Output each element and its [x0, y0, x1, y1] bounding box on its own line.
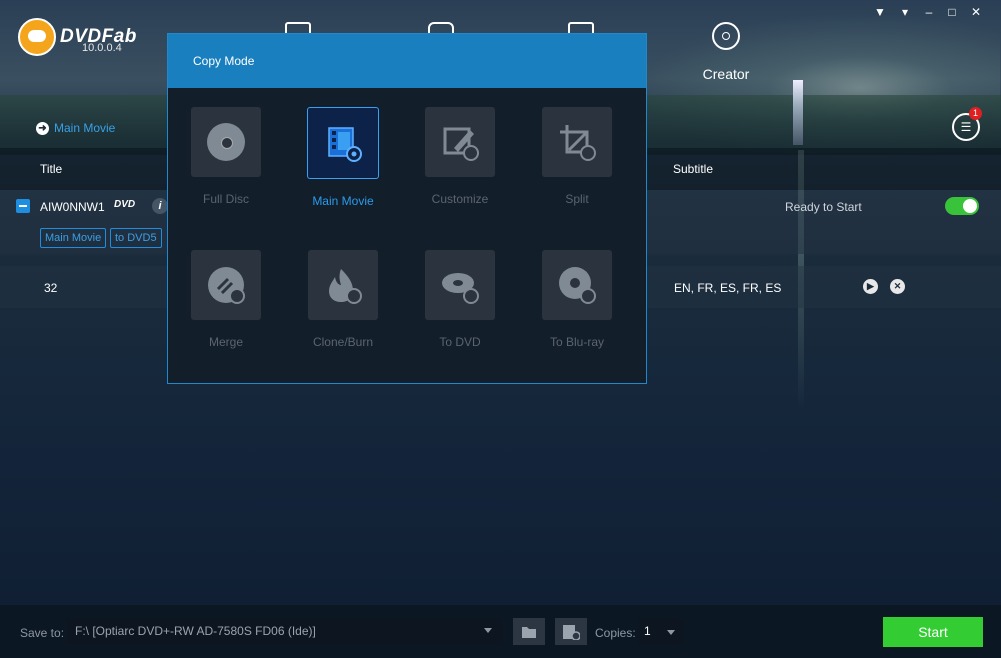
save-to-label: Save to:: [20, 626, 65, 640]
mode-label: To Blu-ray: [549, 335, 605, 349]
close-icon[interactable]: ✕: [968, 5, 984, 19]
status-text: Ready to Start: [785, 200, 862, 214]
dvd-logo-icon: DVD: [114, 199, 136, 210]
mode-label: To DVD: [439, 335, 481, 349]
tag-output-size[interactable]: to DVD5: [110, 228, 162, 248]
mode-label: Merge: [208, 335, 243, 349]
mode-label: Customize: [431, 192, 489, 206]
info-icon[interactable]: i: [152, 198, 168, 214]
mode-merge[interactable]: Merge: [181, 250, 271, 349]
column-title: Title: [40, 162, 63, 176]
creator-icon: [712, 22, 740, 50]
creator-tab[interactable]: Creator: [690, 22, 762, 82]
mascot-icon: [18, 18, 56, 56]
subtitle-list: EN, FR, ES, FR, ES: [674, 281, 782, 295]
breadcrumb[interactable]: ➜ Main Movie: [36, 121, 115, 135]
main-movie-icon: [328, 127, 362, 162]
menu-icon[interactable]: ▾: [897, 5, 913, 19]
chevron-down-icon[interactable]: [667, 630, 675, 635]
mode-label: Clone/Burn: [312, 335, 374, 349]
mode-split[interactable]: Split: [532, 107, 622, 206]
merge-icon: [208, 267, 245, 304]
chapter-count: 32: [44, 281, 58, 295]
mode-full-disc[interactable]: Full Disc: [181, 107, 271, 206]
arrow-right-icon: ➜: [36, 121, 49, 135]
remove-icon[interactable]: ✕: [890, 279, 905, 294]
save-path-dropdown[interactable]: F:\ [Optiarc DVD+-RW AD-7580S FD06 (Ide)…: [67, 618, 503, 645]
disc-title-name: AIW0NNW1: [40, 200, 105, 214]
lighthouse-graphic: [793, 80, 803, 145]
breadcrumb-label: Main Movie: [54, 121, 116, 135]
mode-customize[interactable]: Customize: [415, 107, 505, 206]
full-disc-icon: [207, 123, 245, 161]
mode-to-bluray[interactable]: To Blu-ray: [532, 250, 622, 349]
save-iso-button[interactable]: [555, 618, 587, 645]
clone-burn-icon: [329, 269, 362, 304]
minimize-icon[interactable]: –: [921, 5, 937, 19]
disc-save-icon: [563, 624, 580, 640]
skin-icon[interactable]: ▼: [872, 5, 888, 19]
browse-folder-button[interactable]: [513, 618, 545, 645]
chevron-down-icon[interactable]: [484, 628, 492, 633]
tag-main-movie[interactable]: Main Movie: [40, 228, 107, 248]
to-dvd-icon: [442, 273, 479, 304]
mode-label: Main Movie: [312, 194, 374, 208]
folder-icon: [522, 626, 536, 638]
to-bluray-icon: [559, 267, 596, 304]
play-icon[interactable]: ▶: [863, 279, 878, 294]
maximize-icon[interactable]: □: [944, 5, 960, 19]
customize-icon: [443, 127, 479, 161]
collapse-icon[interactable]: [16, 199, 30, 213]
mode-label: Split: [565, 192, 589, 206]
popup-title: Copy Mode: [193, 54, 255, 68]
split-icon: [560, 125, 596, 161]
creator-label: Creator: [702, 66, 750, 82]
mode-label: Full Disc: [202, 192, 249, 206]
queue-count-badge: 1: [969, 107, 982, 120]
mode-clone-burn[interactable]: Clone/Burn: [298, 250, 388, 349]
copy-mode-popup: Copy Mode Full Disc Main Movie Customize: [167, 33, 647, 384]
copies-select[interactable]: 1: [638, 618, 684, 645]
enable-toggle[interactable]: [945, 197, 979, 215]
app-version: 10.0.0.4: [82, 42, 122, 54]
mode-to-dvd[interactable]: To DVD: [415, 250, 505, 349]
mode-main-movie[interactable]: Main Movie: [298, 107, 388, 208]
copies-label: Copies:: [595, 626, 636, 640]
column-subtitle: Subtitle: [673, 162, 714, 176]
start-button[interactable]: Start: [883, 617, 983, 647]
